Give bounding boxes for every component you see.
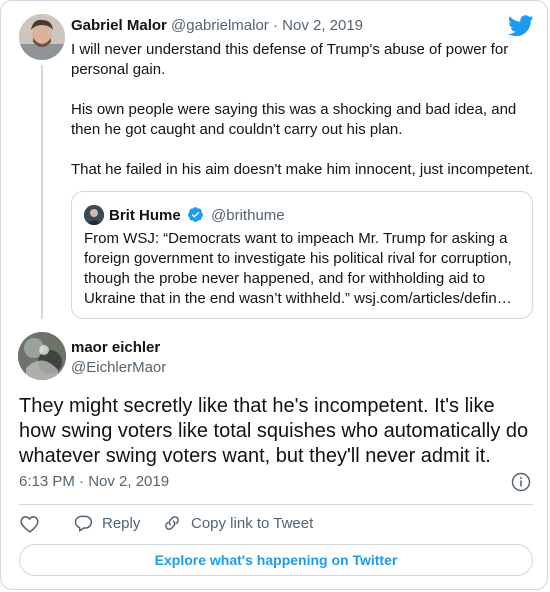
copy-link-button[interactable]: Copy link to Tweet — [162, 513, 313, 533]
explore-label: Explore what's happening on Twitter — [154, 552, 398, 568]
reply-button[interactable]: Reply — [73, 513, 140, 533]
gabriel-malor-avatar[interactable] — [19, 14, 65, 60]
like-button[interactable] — [19, 513, 41, 535]
divider — [19, 504, 533, 505]
tweet-timestamp[interactable]: 6:13 PM · Nov 2, 2019 — [19, 473, 169, 490]
main-tweet-text: They might secretly like that he's incom… — [19, 395, 529, 467]
header-separator: · — [272, 17, 278, 34]
verified-badge-icon — [187, 206, 204, 227]
quoted-tweet-card[interactable]: Brit Hume @brithume From WSJ: “Democrats… — [71, 191, 533, 319]
info-icon[interactable] — [511, 472, 531, 492]
maor-eichler-avatar[interactable] — [18, 332, 66, 380]
quoted-text-line: foreign government to investigate his po… — [84, 250, 512, 267]
copy-link-label: Copy link to Tweet — [191, 514, 314, 532]
parent-tweet-header: Gabriel Malor @gabrielmalor · Nov 2, 201… — [71, 17, 363, 34]
reply-label: Reply — [102, 514, 141, 532]
link-icon — [162, 513, 182, 533]
quoted-text-line: Ukraine that in the end wasn’t withheld.… — [84, 290, 512, 307]
tweet-embed-card: Gabriel Malor @gabrielmalor · Nov 2, 201… — [0, 0, 548, 590]
main-author-handle[interactable]: @EichlerMaor — [71, 358, 166, 378]
brit-hume-avatar — [84, 205, 104, 225]
parent-paragraph: I will never understand this defense of … — [71, 41, 509, 78]
main-author-name[interactable]: maor eichler — [71, 338, 166, 358]
reply-bubble-icon — [73, 513, 93, 533]
main-tweet-header: maor eichler @EichlerMaor — [71, 338, 166, 378]
parent-paragraph: That he failed in his aim doesn't make h… — [71, 161, 534, 178]
quoted-text-line: though the probe never happened, and for… — [84, 270, 486, 287]
heart-icon — [19, 513, 41, 535]
quoted-tweet-header: Brit Hume @brithume — [109, 206, 285, 227]
parent-author-name[interactable]: Gabriel Malor — [71, 17, 167, 34]
quoted-text-line: From WSJ: “Democrats want to impeach Mr.… — [84, 230, 508, 247]
parent-paragraph: His own people were saying this was a sh… — [71, 101, 517, 138]
thread-connector-line — [41, 65, 43, 319]
quoted-author-name: Brit Hume — [109, 207, 181, 224]
quoted-author-handle: @brithume — [211, 207, 285, 224]
quoted-tweet-text: From WSJ: “Democrats want to impeach Mr.… — [84, 229, 522, 309]
parent-tweet-date[interactable]: Nov 2, 2019 — [282, 17, 363, 34]
parent-author-handle[interactable]: @gabrielmalor — [171, 17, 269, 34]
parent-tweet-text: I will never understand this defense of … — [71, 40, 541, 200]
twitter-bird-icon[interactable] — [507, 15, 534, 37]
explore-twitter-button[interactable]: Explore what's happening on Twitter — [19, 544, 533, 576]
